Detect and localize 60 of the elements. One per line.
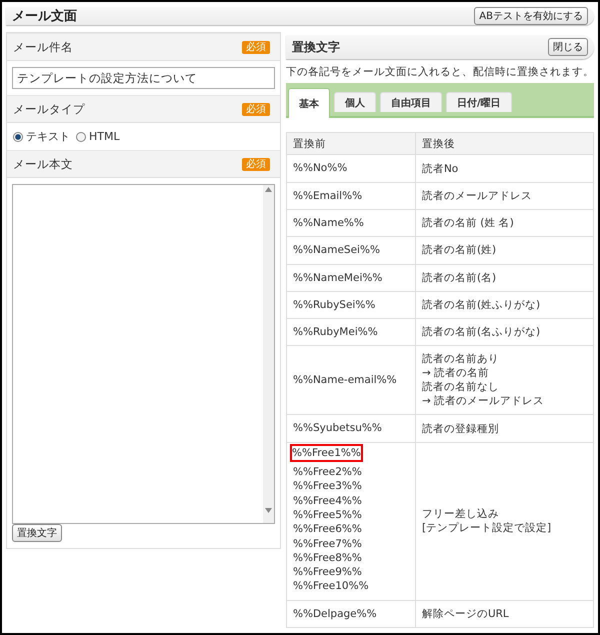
description-line: [テンプレート設定で設定] bbox=[422, 522, 552, 534]
description-line: 読者の名前(姓) bbox=[422, 244, 496, 256]
radio-option[interactable]: HTML bbox=[76, 130, 120, 144]
description-line: → 読者のメールアドレス bbox=[422, 395, 544, 408]
placeholder-code: %%NameMei%% bbox=[293, 270, 382, 285]
placeholder-code: %%RubyMei%% bbox=[293, 325, 378, 340]
tab[interactable]: 自由項目 bbox=[380, 92, 442, 112]
placeholder-code: %%Free7%% bbox=[293, 536, 362, 551]
mail-type-label: メールタイプ bbox=[13, 102, 85, 117]
placeholder-code: %%No%% bbox=[293, 161, 348, 176]
placeholder-code: %%Free6%% bbox=[293, 522, 362, 537]
required-badge: 必須 bbox=[242, 40, 270, 54]
placeholder-code: %%Free9%% bbox=[293, 565, 362, 580]
scrollbar[interactable] bbox=[263, 185, 274, 524]
insert-placeholder-button[interactable]: 置換文字 bbox=[12, 524, 62, 542]
required-badge: 必須 bbox=[242, 158, 270, 171]
description-line: 読者No bbox=[422, 162, 458, 174]
placeholder-code: %%Syubetsu%% bbox=[293, 421, 382, 436]
placeholder-code: %%Name-email%% bbox=[293, 373, 397, 388]
description-line: 読者の名前(名ふりがな) bbox=[422, 326, 540, 338]
close-button[interactable]: 閉じる bbox=[548, 38, 588, 56]
description-line: 読者の名前 (姓 名) bbox=[422, 217, 514, 230]
placeholder-code: %%Free4%% bbox=[293, 494, 362, 508]
description-line: → 読者の名前 bbox=[422, 367, 490, 380]
tab[interactable]: 個人 bbox=[334, 92, 376, 112]
subject-label: メール件名 bbox=[13, 40, 73, 55]
scroll-up-icon bbox=[265, 187, 272, 192]
placeholder-code: %%Free1%% bbox=[290, 444, 363, 462]
description-line: 読者のメールアドレス bbox=[422, 190, 532, 202]
tab[interactable]: 基本 bbox=[288, 88, 330, 118]
placeholder-code: %%Free3%% bbox=[293, 479, 362, 494]
description-line: 読者の名前(名) bbox=[422, 272, 496, 284]
description-text: 下の各記号をメール文面に入れると、配信時に置換されます。 bbox=[286, 65, 594, 80]
placeholder-code: %%Name%% bbox=[293, 216, 364, 230]
description-line: 読者の名前あり bbox=[422, 353, 499, 366]
description-line: 読者の名前(姓ふりがな) bbox=[422, 298, 540, 311]
placeholder-code: %%Free2%% bbox=[293, 465, 362, 480]
placeholder-code: %%Free5%% bbox=[293, 508, 362, 522]
radio-option[interactable]: テキスト bbox=[13, 129, 70, 144]
placeholder-code: %%Delpage%% bbox=[293, 606, 377, 621]
description-line: フリー差し込み bbox=[422, 508, 499, 520]
description-line: 読者の登録種別 bbox=[422, 422, 499, 435]
scroll-down-icon bbox=[265, 508, 272, 514]
subject-field[interactable]: テンプレートの設定方法について bbox=[12, 67, 275, 90]
placeholder-code: %%RubySei%% bbox=[293, 298, 376, 312]
column-header: 置換後 bbox=[415, 132, 594, 155]
body-label: メール本文 bbox=[13, 156, 73, 172]
tab[interactable]: 日付/曜日 bbox=[446, 92, 512, 112]
placeholder-code: %%Free8%% bbox=[293, 550, 362, 566]
column-header: 置換前 bbox=[286, 132, 416, 155]
required-badge: 必須 bbox=[242, 102, 270, 116]
page-title: メール文面 bbox=[12, 8, 77, 26]
placeholder-code: %%Email%% bbox=[293, 188, 362, 203]
description-line: 読者の名前なし bbox=[422, 381, 499, 394]
panel-title: 置換文字 bbox=[292, 38, 340, 56]
ab-test-button[interactable]: ABテストを有効にする bbox=[474, 7, 588, 26]
placeholder-code: %%Free10%% bbox=[293, 579, 369, 594]
body-field[interactable] bbox=[12, 184, 275, 524]
placeholder-code: %%NameSei%% bbox=[293, 243, 380, 258]
description-line: 解除ページのURL bbox=[422, 608, 509, 620]
